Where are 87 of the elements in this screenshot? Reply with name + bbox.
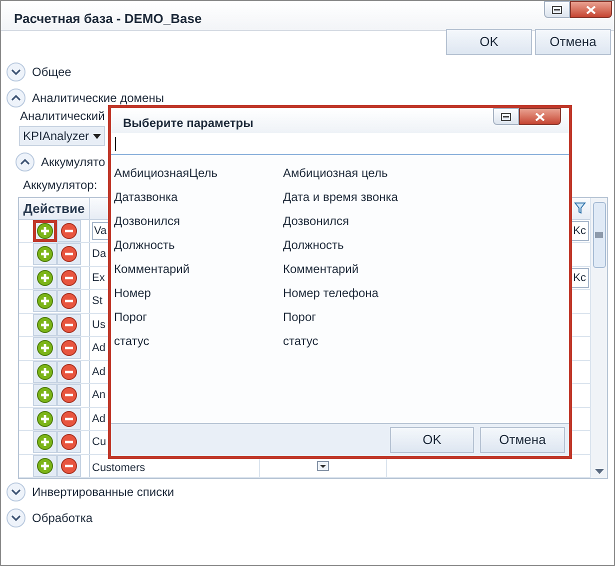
section-header[interactable]: Обработка	[32, 509, 93, 527]
minus-icon	[61, 246, 77, 262]
minus-icon	[61, 316, 77, 333]
parameter-item[interactable]: Датазвонка Дата и время звонка	[111, 185, 569, 209]
remove-button[interactable]	[57, 408, 81, 430]
dialog-title: Выберите параметры	[123, 115, 254, 132]
expand-icon[interactable]	[6, 508, 26, 528]
dialog-button[interactable]: OK	[390, 427, 474, 453]
plus-icon	[37, 316, 53, 333]
section-header[interactable]: Инвертированные списки	[32, 483, 174, 501]
minus-icon	[61, 387, 77, 404]
minus-icon	[61, 293, 77, 310]
collapse-icon[interactable]	[6, 88, 26, 108]
plus-icon	[37, 434, 53, 450]
minus-icon	[61, 270, 77, 286]
section-header[interactable]: Аккумулято	[41, 153, 106, 171]
field-label: Аналитический	[20, 109, 105, 123]
caret-icon	[93, 134, 101, 138]
plus-icon	[37, 410, 53, 427]
scrollbar[interactable]	[590, 198, 607, 478]
scroll-down-icon[interactable]	[594, 469, 604, 474]
dialog-button[interactable]: Отмена	[480, 427, 565, 453]
minus-icon	[61, 458, 77, 474]
remove-button[interactable]	[57, 266, 81, 289]
parameter-item[interactable]: АмбициознаяЦель Амбициозная цель	[111, 161, 569, 185]
column-header[interactable]: Действие	[19, 198, 90, 218]
table-cell-text: An	[92, 388, 106, 403]
minus-icon	[61, 434, 77, 450]
parameter-item[interactable]: Порог Порог	[111, 305, 569, 329]
parameter-item[interactable]: Дозвонился Дозвонился	[111, 209, 569, 233]
expand-icon[interactable]	[6, 482, 26, 502]
close-button[interactable]	[519, 108, 561, 125]
close-icon	[586, 6, 596, 14]
window-title: Расчетная база - DEMO_Base	[14, 10, 202, 28]
close-button[interactable]	[570, 1, 612, 18]
table-cell-text: Da	[92, 247, 106, 262]
dialog-button[interactable]: Отмена	[535, 29, 611, 55]
remove-button[interactable]	[57, 431, 81, 454]
plus-icon	[37, 293, 53, 310]
parameter-item[interactable]: статус статус	[111, 329, 569, 353]
minus-icon	[61, 364, 77, 380]
parameter-item[interactable]: Комментарий Комментарий	[111, 257, 569, 281]
remove-button[interactable]	[57, 243, 81, 266]
filter-icon[interactable]	[574, 202, 586, 214]
remove-button[interactable]	[57, 384, 81, 406]
domain-dropdown[interactable]: KPIAnalyzer	[19, 126, 105, 146]
expand-icon[interactable]	[6, 62, 26, 82]
plus-icon	[37, 246, 53, 262]
minus-icon	[61, 222, 77, 239]
add-button[interactable]	[33, 220, 57, 242]
plus-icon	[37, 270, 53, 286]
remove-button[interactable]	[57, 360, 81, 383]
table-cell-text: Ex	[92, 270, 105, 286]
dialog-button[interactable]: OK	[446, 29, 532, 55]
field-label: Аккумулятор:	[23, 177, 98, 193]
table-cell-text: Ad	[92, 364, 106, 380]
table-cell-text: Ad	[92, 341, 106, 356]
parameter-item[interactable]: Должность Должность	[111, 233, 569, 257]
restore-icon	[552, 6, 562, 14]
remove-button[interactable]	[57, 337, 81, 360]
restore-icon	[501, 112, 511, 120]
remove-button[interactable]	[57, 290, 81, 312]
plus-icon	[37, 458, 53, 474]
grip-icon	[595, 232, 603, 238]
table-cell-text: Cu	[92, 435, 106, 450]
scroll-thumb[interactable]	[592, 202, 606, 268]
parameter-item[interactable]: Номер Номер телефона	[111, 281, 569, 305]
restore-button[interactable]	[493, 108, 519, 125]
remove-button[interactable]	[57, 314, 81, 336]
minus-icon	[61, 410, 77, 427]
dropdown-icon[interactable]	[317, 460, 329, 471]
remove-button[interactable]	[57, 220, 81, 242]
remove-button[interactable]	[57, 454, 81, 477]
plus-icon	[37, 364, 53, 380]
minus-icon	[61, 340, 77, 356]
section-header[interactable]: Аналитические домены	[32, 89, 164, 107]
restore-button[interactable]	[544, 1, 570, 18]
table-cell-text: St	[92, 294, 102, 309]
table-cell-text: Ad	[92, 412, 106, 426]
table-cell-text: Customers	[92, 460, 146, 476]
plus-icon	[37, 387, 53, 404]
close-icon	[535, 112, 545, 120]
plus-icon	[37, 340, 53, 356]
plus-icon	[37, 222, 53, 239]
section-header[interactable]: Общее	[32, 63, 72, 81]
table-cell-text: Us	[92, 318, 106, 332]
collapse-icon[interactable]	[15, 152, 35, 172]
